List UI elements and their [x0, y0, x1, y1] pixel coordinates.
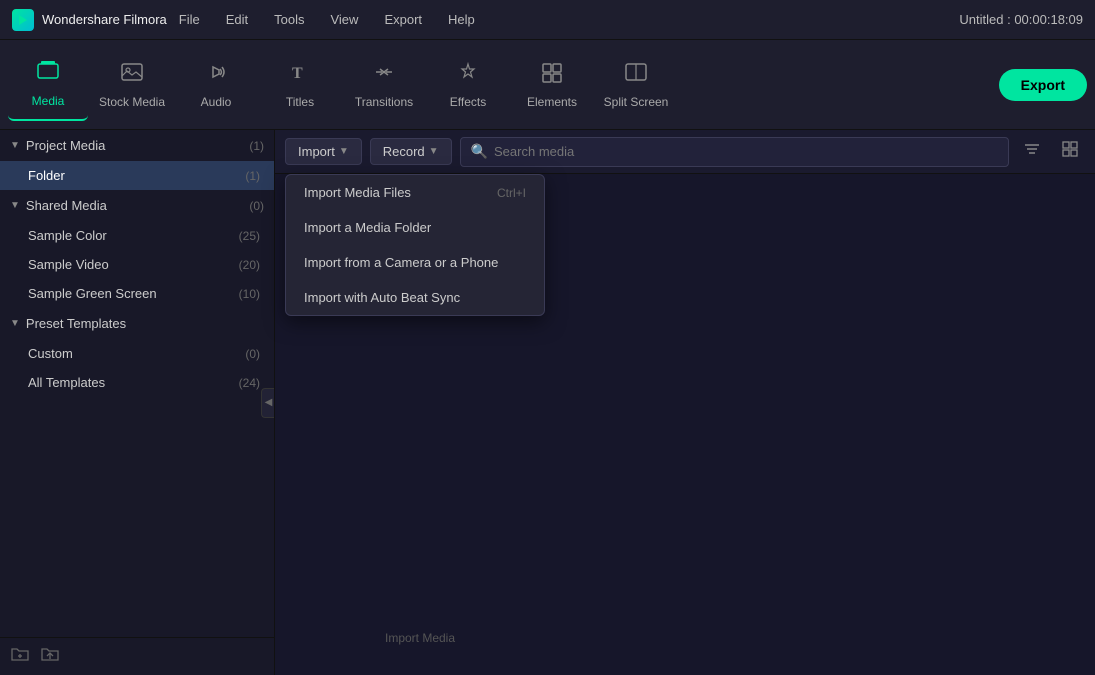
- toolbar-effects-label: Effects: [450, 95, 486, 109]
- sample-video-count: (20): [239, 258, 260, 272]
- folder-count: (1): [245, 169, 260, 183]
- sidebar-sample-color[interactable]: Sample Color (25): [0, 221, 274, 250]
- dropdown-import-camera[interactable]: Import from a Camera or a Phone: [286, 245, 544, 280]
- expand-triangle: ▼: [10, 140, 20, 151]
- sidebar-sample-video[interactable]: Sample Video (20): [0, 250, 274, 279]
- all-templates-label: All Templates: [28, 375, 105, 390]
- search-bar: 🔍: [460, 137, 1009, 167]
- record-button[interactable]: Record ▼: [370, 138, 452, 165]
- toolbar-split-screen[interactable]: Split Screen: [596, 49, 676, 121]
- split-screen-icon: [624, 61, 648, 89]
- dropdown-import-files[interactable]: Import Media Files Ctrl+I: [286, 175, 544, 210]
- transitions-icon: [372, 61, 396, 89]
- new-folder-icon[interactable]: [10, 644, 30, 669]
- toolbar-titles-label: Titles: [286, 95, 314, 109]
- stock-media-icon: [120, 61, 144, 89]
- record-chevron-icon: ▼: [429, 146, 439, 157]
- toolbar: Media Stock Media Audio T Titles: [0, 40, 1095, 130]
- sidebar-sample-green-screen[interactable]: Sample Green Screen (10): [0, 279, 274, 308]
- toolbar-elements[interactable]: Elements: [512, 49, 592, 121]
- main-area: ▼ Project Media (1) Folder (1) ▼ Shared …: [0, 130, 1095, 675]
- elements-icon: [540, 61, 564, 89]
- custom-label: Custom: [28, 346, 73, 361]
- toolbar-media-label: Media: [32, 94, 65, 108]
- toolbar-audio-label: Audio: [201, 95, 232, 109]
- sidebar-shared-media-header[interactable]: ▼ Shared Media (0): [0, 190, 274, 221]
- import-files-shortcut: Ctrl+I: [497, 186, 526, 200]
- sidebar-bottom-bar: [0, 637, 274, 675]
- import-button[interactable]: Import ▼: [285, 138, 362, 165]
- menu-view[interactable]: View: [326, 10, 362, 29]
- search-input[interactable]: [494, 144, 998, 159]
- preset-templates-title: Preset Templates: [26, 316, 264, 331]
- sidebar-all-templates[interactable]: All Templates (24): [0, 368, 274, 397]
- import-folder-icon[interactable]: [40, 644, 60, 669]
- import-beat-sync-label: Import with Auto Beat Sync: [304, 290, 460, 305]
- project-media-title: Project Media: [26, 138, 243, 153]
- titles-icon: T: [288, 61, 312, 89]
- sample-green-screen-label: Sample Green Screen: [28, 286, 157, 301]
- sidebar-folder[interactable]: Folder (1): [0, 161, 274, 190]
- custom-count: (0): [245, 347, 260, 361]
- app-logo: [12, 9, 34, 31]
- import-chevron-icon: ▼: [339, 146, 349, 157]
- effects-icon: [456, 61, 480, 89]
- sidebar: ▼ Project Media (1) Folder (1) ▼ Shared …: [0, 130, 275, 675]
- toolbar-stock-media[interactable]: Stock Media: [92, 49, 172, 121]
- sidebar-custom[interactable]: Custom (0): [0, 339, 274, 368]
- project-title: Untitled : 00:00:18:09: [959, 12, 1083, 27]
- titlebar-left: Wondershare Filmora File Edit Tools View…: [12, 9, 479, 31]
- sidebar-project-media-header[interactable]: ▼ Project Media (1): [0, 130, 274, 161]
- collapse-sidebar-button[interactable]: ◀: [261, 388, 275, 418]
- toolbar-audio[interactable]: Audio: [176, 49, 256, 121]
- expand-triangle-preset: ▼: [10, 318, 20, 329]
- audio-icon: [204, 61, 228, 89]
- menu-edit[interactable]: Edit: [222, 10, 252, 29]
- filter-button[interactable]: [1017, 136, 1047, 167]
- shared-media-count: (0): [249, 199, 264, 213]
- dropdown-import-beat-sync[interactable]: Import with Auto Beat Sync: [286, 280, 544, 315]
- search-icon: 🔍: [471, 143, 488, 160]
- toolbar-effects[interactable]: Effects: [428, 49, 508, 121]
- import-camera-label: Import from a Camera or a Phone: [304, 255, 498, 270]
- sidebar-preset-templates-header[interactable]: ▼ Preset Templates: [0, 308, 274, 339]
- sample-video-label: Sample Video: [28, 257, 109, 272]
- project-media-count: (1): [249, 139, 264, 153]
- menu-bar: File Edit Tools View Export Help: [175, 10, 479, 29]
- menu-export[interactable]: Export: [380, 10, 426, 29]
- toolbar-transitions[interactable]: Transitions: [344, 49, 424, 121]
- expand-triangle-shared: ▼: [10, 200, 20, 211]
- folder-label: Folder: [28, 168, 65, 183]
- content-area: Import ▼ Record ▼ 🔍: [275, 130, 1095, 675]
- import-folder-label: Import a Media Folder: [304, 220, 431, 235]
- menu-file[interactable]: File: [175, 10, 204, 29]
- import-files-label: Import Media Files: [304, 185, 411, 200]
- menu-tools[interactable]: Tools: [270, 10, 308, 29]
- import-dropdown: Import Media Files Ctrl+I Import a Media…: [285, 174, 545, 316]
- shared-media-title: Shared Media: [26, 198, 243, 213]
- toolbar-titles[interactable]: T Titles: [260, 49, 340, 121]
- export-button[interactable]: Export: [999, 69, 1087, 101]
- toolbar-elements-label: Elements: [527, 95, 577, 109]
- dropdown-import-folder[interactable]: Import a Media Folder: [286, 210, 544, 245]
- sample-color-count: (25): [239, 229, 260, 243]
- toolbar-transitions-label: Transitions: [355, 95, 413, 109]
- sample-color-label: Sample Color: [28, 228, 107, 243]
- toolbar-media[interactable]: Media: [8, 49, 88, 121]
- sample-green-screen-count: (10): [239, 287, 260, 301]
- media-icon: [36, 60, 60, 88]
- record-label: Record: [383, 144, 425, 159]
- menu-help[interactable]: Help: [444, 10, 479, 29]
- import-media-hint: Import Media: [385, 631, 455, 645]
- titlebar: Wondershare Filmora File Edit Tools View…: [0, 0, 1095, 40]
- grid-view-button[interactable]: [1055, 136, 1085, 167]
- svg-text:T: T: [292, 65, 303, 82]
- import-label: Import: [298, 144, 335, 159]
- toolbar-split-screen-label: Split Screen: [604, 95, 669, 109]
- app-name: Wondershare Filmora: [42, 12, 167, 27]
- all-templates-count: (24): [239, 376, 260, 390]
- content-toolbar: Import ▼ Record ▼ 🔍: [275, 130, 1095, 174]
- toolbar-stock-label: Stock Media: [99, 95, 165, 109]
